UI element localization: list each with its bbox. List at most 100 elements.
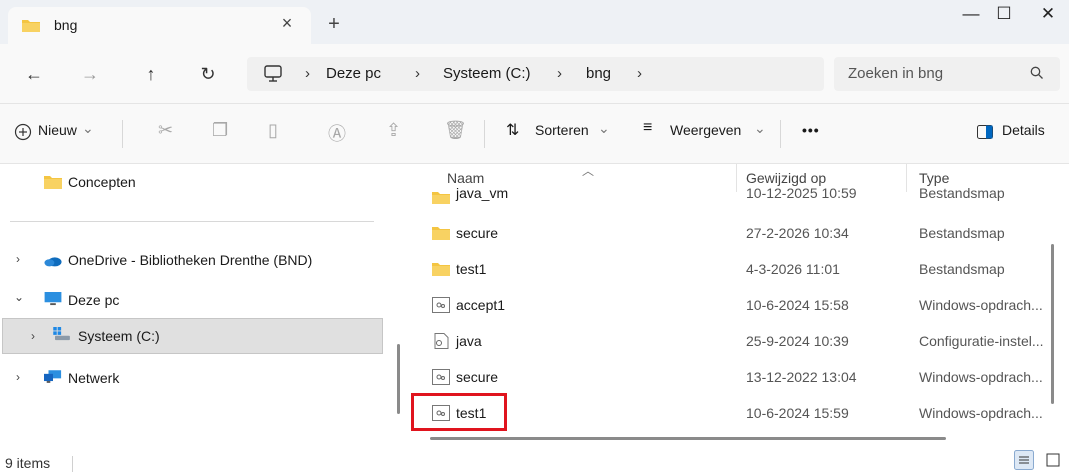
file-type: Windows-opdrach...	[919, 369, 1043, 385]
breadcrumb-separator: ›	[557, 65, 562, 82]
file-modified: 13-12-2022 13:04	[746, 369, 857, 385]
refresh-button[interactable]: ↻	[194, 60, 222, 88]
sidebar-item-label: Deze pc	[68, 292, 120, 308]
status-divider	[72, 456, 73, 472]
plus-circle-icon	[14, 123, 32, 141]
chevron-down-icon: ⌄	[82, 120, 94, 136]
search-placeholder: Zoeken in bng	[848, 65, 944, 82]
table-row[interactable]: java_vm 10-12-2025 10:59 Bestandsmap	[410, 182, 1050, 204]
breadcrumb[interactable]: › Deze pc › Systeem (C:) › bng ›	[247, 57, 824, 91]
table-row[interactable]: secure 27-2-2026 10:34 Bestandsmap	[410, 215, 1050, 251]
new-tab-button[interactable]: +	[322, 13, 346, 36]
folder-icon	[432, 227, 450, 240]
sidebar-item-concepten[interactable]: Concepten	[0, 164, 383, 200]
sidebar-item-onedrive[interactable]: › OneDrive - Bibliotheken Drenthe (BND)	[0, 242, 383, 278]
breadcrumb-item-bng[interactable]: bng	[586, 65, 611, 82]
chevron-right-icon[interactable]: ›	[16, 370, 20, 384]
sort-icon: ⇅	[506, 122, 520, 139]
sidebar-item-deze-pc[interactable]: ⌄ Deze pc	[0, 282, 383, 318]
folder-icon	[432, 192, 450, 204]
sort-indicator-icon: ︿	[582, 164, 595, 178]
breadcrumb-separator: ›	[637, 65, 642, 82]
sort-button[interactable]: Sorteren	[535, 122, 589, 138]
chevron-right-icon[interactable]: ›	[16, 252, 20, 266]
cut-icon[interactable]: ✂	[158, 120, 173, 141]
file-name: java_vm	[456, 185, 509, 201]
tab-close-button[interactable]: ×	[275, 13, 299, 34]
file-type: Bestandsmap	[919, 225, 1005, 241]
folder-icon	[22, 20, 40, 32]
file-name: secure	[456, 225, 499, 241]
table-row[interactable]: java 25-9-2024 10:39 Configuratie-instel…	[410, 323, 1050, 359]
file-name: secure	[456, 369, 499, 385]
file-type: Windows-opdrach...	[919, 405, 1043, 421]
config-file-icon	[434, 333, 449, 349]
file-list-vertical-scrollbar[interactable]	[1051, 244, 1054, 404]
file-name: test1	[456, 261, 487, 277]
file-list: ︿ Naam Gewijzigd op Type java_vm 10-12-2…	[410, 164, 1069, 446]
tab-title: bng	[54, 17, 78, 33]
title-bar: bng × + — ☐ ✕	[0, 0, 1069, 44]
forward-button[interactable]: →	[76, 60, 104, 88]
sidebar-divider	[10, 221, 374, 222]
file-modified: 27-2-2026 10:34	[746, 225, 849, 241]
tiles-view-icon[interactable]	[1043, 450, 1063, 470]
chevron-down-icon[interactable]: ⌄	[14, 290, 24, 304]
computer-icon	[44, 292, 62, 306]
search-input[interactable]: Zoeken in bng	[834, 57, 1060, 91]
sidebar-scrollbar[interactable]	[397, 344, 400, 414]
sidebar-item-label: Systeem (C:)	[78, 328, 160, 344]
details-pane-icon	[977, 125, 993, 139]
file-type: Bestandsmap	[919, 261, 1005, 277]
sidebar-item-label: Netwerk	[68, 370, 120, 386]
table-row[interactable]: accept1 10-6-2024 15:58 Windows-opdrach.…	[410, 287, 1050, 323]
share-icon[interactable]: ⇪	[386, 120, 401, 141]
network-icon	[44, 370, 62, 383]
file-modified: 25-9-2024 10:39	[746, 333, 849, 349]
chevron-right-icon[interactable]: ›	[31, 329, 35, 343]
computer-icon	[264, 65, 282, 82]
paste-icon[interactable]: ▯	[268, 120, 278, 141]
toolbar-divider	[780, 120, 781, 148]
sidebar-item-label: Concepten	[68, 174, 136, 190]
view-button[interactable]: Weergeven	[670, 122, 741, 138]
batch-file-icon	[432, 297, 450, 313]
command-bar: Nieuw ⌄ ✂ ❐ ▯ Ⓐ ⇪ 🗑 ⇅ Sorteren ⌄ ≡ Weerg…	[0, 104, 1069, 164]
file-type: Windows-opdrach...	[919, 297, 1043, 313]
details-button[interactable]: Details	[1002, 122, 1045, 138]
file-list-horizontal-scrollbar[interactable]	[430, 437, 946, 440]
file-name: java	[456, 333, 482, 349]
table-row[interactable]: secure 13-12-2022 13:04 Windows-opdrach.…	[410, 359, 1050, 395]
tab-bng[interactable]: bng ×	[8, 7, 311, 44]
breadcrumb-item-systeem[interactable]: Systeem (C:)	[443, 65, 531, 82]
breadcrumb-separator: ›	[415, 65, 420, 82]
back-button[interactable]: ←	[20, 60, 48, 88]
breadcrumb-separator: ›	[305, 65, 310, 82]
copy-icon[interactable]: ❐	[212, 120, 228, 141]
more-options-button[interactable]: •••	[802, 122, 820, 138]
folder-icon	[432, 263, 450, 276]
chevron-down-icon: ⌄	[754, 120, 766, 136]
up-button[interactable]: ↑	[137, 60, 165, 88]
batch-file-icon	[432, 369, 450, 385]
new-button[interactable]: Nieuw	[38, 122, 77, 138]
sidebar-item-systeem[interactable]: › Systeem (C:)	[2, 318, 383, 354]
window-close-button[interactable]: ✕	[1028, 4, 1068, 32]
details-view-icon[interactable]	[1014, 450, 1034, 470]
sidebar-item-label: OneDrive - Bibliotheken Drenthe (BND)	[68, 252, 313, 268]
highlight-box	[411, 393, 507, 431]
chevron-down-icon: ⌄	[598, 120, 610, 136]
drive-icon	[53, 327, 70, 341]
delete-icon[interactable]: 🗑	[444, 120, 467, 141]
file-modified: 10-6-2024 15:58	[746, 297, 849, 313]
file-name: accept1	[456, 297, 506, 313]
cloud-icon	[44, 257, 62, 267]
toolbar-divider	[122, 120, 123, 148]
table-row[interactable]: test1 4-3-2026 11:01 Bestandsmap	[410, 251, 1050, 287]
rename-icon[interactable]: Ⓐ	[328, 120, 346, 146]
breadcrumb-item-deze-pc[interactable]: Deze pc	[326, 65, 381, 82]
sidebar-item-netwerk[interactable]: › Netwerk	[0, 360, 383, 396]
maximize-button[interactable]: ☐	[984, 4, 1024, 32]
item-count: 9 items	[5, 455, 51, 471]
file-modified: 10-6-2024 15:59	[746, 405, 849, 421]
